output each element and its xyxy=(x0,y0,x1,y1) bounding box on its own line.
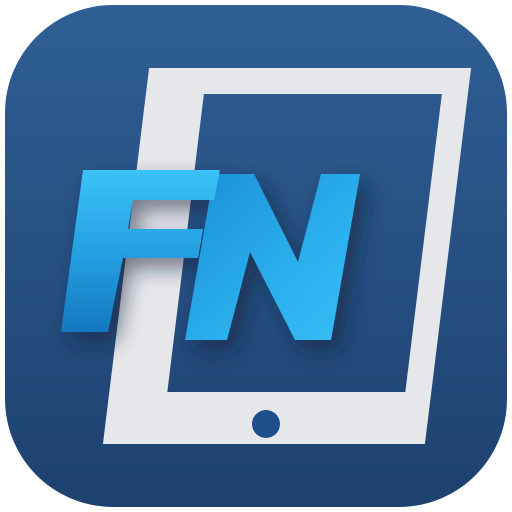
app-icon xyxy=(0,0,512,512)
home-button xyxy=(252,410,280,438)
app-icon-graphic xyxy=(5,5,507,507)
